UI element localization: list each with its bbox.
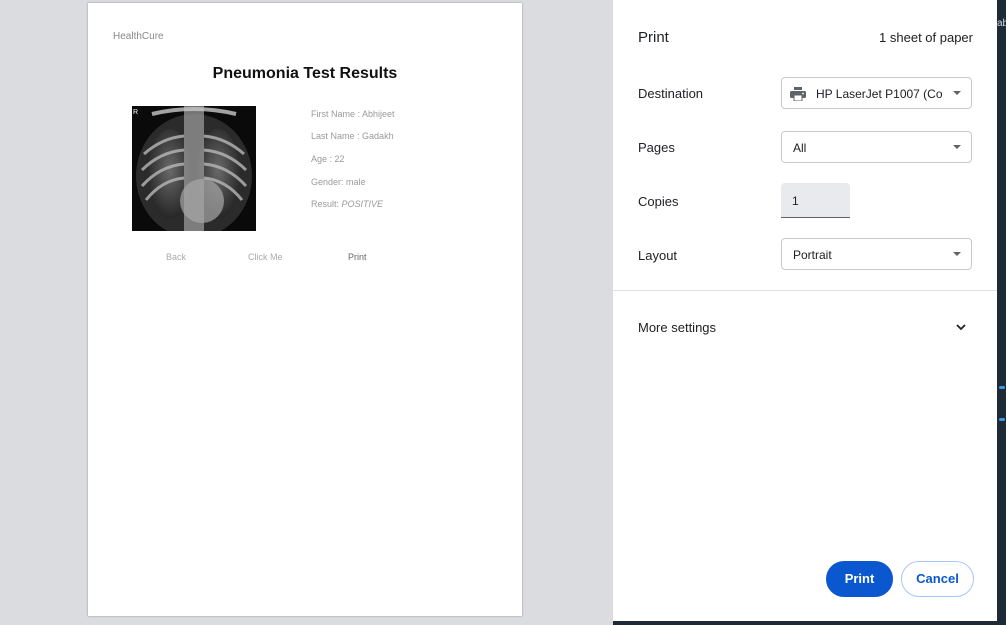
last-name-line: Last Name : Gadakh	[311, 131, 394, 141]
copies-value: 1	[792, 194, 799, 208]
printer-icon	[790, 87, 806, 101]
more-settings-label: More settings	[638, 320, 717, 335]
document-title: Pneumonia Test Results	[212, 65, 398, 82]
copies-label: Copies	[638, 194, 679, 209]
dropdown-arrow-icon	[953, 145, 961, 149]
gender-label: Gender:	[311, 177, 344, 187]
first-name-value: Abhijeet	[362, 109, 395, 119]
layout-label: Layout	[638, 248, 678, 263]
pages-label: Pages	[638, 140, 675, 155]
age-label: Age :	[311, 154, 333, 164]
age-line: Age : 22	[311, 154, 345, 164]
background-glow	[999, 386, 1005, 389]
result-label: Result:	[311, 199, 340, 209]
more-settings-toggle[interactable]: More settings	[613, 310, 997, 344]
first-name-label: First Name :	[311, 109, 361, 119]
destination-select[interactable]: HP LaserJet P1007 (Copy 1)	[781, 77, 972, 109]
gender-value: male	[346, 177, 366, 187]
print-preview-area: HealthCure Pneumonia Test Results R Firs…	[0, 0, 613, 625]
background-window-edge: ab	[997, 0, 1006, 625]
section-divider	[613, 290, 997, 291]
xray-image: R	[132, 106, 256, 231]
destination-label: Destination	[638, 86, 704, 101]
print-button[interactable]: Print	[826, 561, 893, 597]
copies-input[interactable]: 1	[781, 183, 850, 218]
preview-print-button: Print	[348, 252, 367, 262]
result-value: POSITIVE	[341, 199, 384, 209]
dropdown-arrow-icon	[953, 252, 961, 256]
background-glow	[999, 418, 1005, 421]
dialog-title: Print	[638, 29, 669, 46]
pages-select[interactable]: All	[781, 131, 972, 163]
layout-select[interactable]: Portrait	[781, 238, 972, 270]
destination-value: HP LaserJet P1007 (Copy 1)	[816, 87, 942, 101]
xray-marker: R	[133, 109, 138, 116]
sheet-count: 1 sheet of paper	[879, 30, 973, 45]
preview-back-button: Back	[166, 252, 187, 262]
preview-page: HealthCure Pneumonia Test Results R Firs…	[88, 3, 522, 616]
background-edge-text: ab	[997, 18, 1006, 29]
print-settings-panel: Print 1 sheet of paper Destination HP La…	[613, 0, 997, 621]
result-line: Result: POSITIVE	[311, 199, 383, 209]
first-name-line: First Name : Abhijeet	[311, 109, 395, 119]
chevron-down-icon	[956, 324, 966, 331]
preview-click-me-button: Click Me	[248, 252, 283, 262]
last-name-value: Gadakh	[362, 131, 394, 141]
gender-line: Gender: male	[311, 177, 366, 187]
xray-drawing: R	[132, 106, 256, 231]
cancel-button[interactable]: Cancel	[901, 561, 974, 597]
background-bottom-edge	[613, 621, 1006, 625]
age-value: 22	[334, 154, 345, 164]
pages-value: All	[793, 141, 807, 155]
brand-label: HealthCure	[113, 31, 164, 42]
layout-value: Portrait	[793, 248, 832, 262]
dropdown-arrow-icon	[953, 91, 961, 95]
last-name-label: Last Name :	[311, 131, 360, 141]
